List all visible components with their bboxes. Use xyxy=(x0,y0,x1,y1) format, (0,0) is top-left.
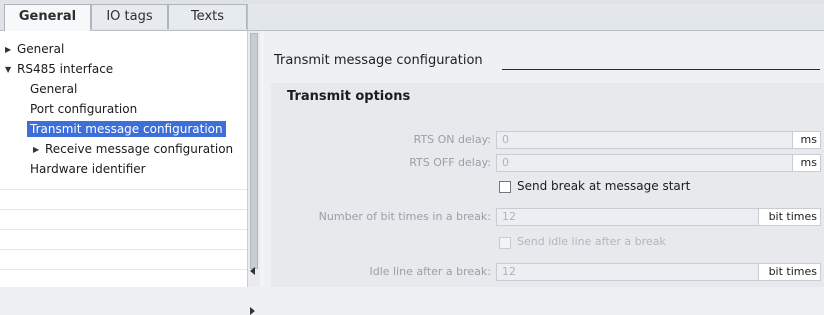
tree-item-label: General xyxy=(30,82,78,96)
send-idle-line-checkbox[interactable] xyxy=(499,237,511,249)
rts-off-delay-unit: ms xyxy=(793,154,821,172)
divider xyxy=(0,209,247,210)
rts-off-delay-value: 0 xyxy=(502,156,509,169)
tree-item-label: General xyxy=(17,42,65,56)
rts-on-delay-field[interactable]: 0 xyxy=(496,131,793,149)
expand-arrow-icon[interactable]: ▶ xyxy=(33,140,43,160)
rts-on-delay-unit: ms xyxy=(793,131,821,149)
tab-strip-filler xyxy=(247,4,824,30)
tree-item-label: RS485 interface xyxy=(17,62,114,76)
tree-item-port-configuration[interactable]: Port configuration xyxy=(30,99,137,119)
section-title: Transmit message configuration xyxy=(274,53,483,68)
send-break-checkbox[interactable] xyxy=(499,181,511,193)
tree-item-label: Hardware identifier xyxy=(30,162,146,176)
properties-pane: Transmit message configuration Transmit … xyxy=(264,31,824,287)
tab-texts[interactable]: Texts xyxy=(168,4,247,29)
collapse-arrow-icon[interactable]: ▼ xyxy=(5,60,15,80)
navigation-tree: ▶ General ▼ RS485 interface General Port c… xyxy=(0,31,247,287)
divider xyxy=(0,189,247,190)
idle-line-label: Idle line after a break: xyxy=(369,265,492,278)
bit-times-label: Number of bit times in a break: xyxy=(318,210,491,223)
rts-on-delay-value: 0 xyxy=(502,133,509,146)
group-title: Transmit options xyxy=(287,89,411,104)
divider xyxy=(0,229,247,230)
bit-times-field[interactable]: 12 xyxy=(496,208,759,226)
tab-io-tags[interactable]: IO tags xyxy=(91,4,168,29)
scroll-right-arrow-icon[interactable] xyxy=(250,307,255,315)
expand-arrow-icon[interactable]: ▶ xyxy=(5,40,15,60)
tree-item-rs485-interface[interactable]: ▼ RS485 interface xyxy=(5,59,113,79)
send-break-label: Send break at message start xyxy=(517,179,691,193)
idle-line-field[interactable]: 12 xyxy=(496,263,759,281)
rts-off-delay-field[interactable]: 0 xyxy=(496,154,793,172)
tree-item-receive-message-configuration[interactable]: ▶ Receive message configuration xyxy=(33,139,233,159)
tab-strip: General IO tags Texts xyxy=(0,0,824,31)
divider xyxy=(0,249,247,250)
tree-item-hardware-identifier[interactable]: Hardware identifier xyxy=(30,159,146,179)
tree-scrollbar[interactable] xyxy=(247,31,260,315)
tree-item-transmit-message-configuration[interactable]: Transmit message configuration xyxy=(27,119,226,139)
tree-item-label: Receive message configuration xyxy=(45,142,234,156)
scroll-left-arrow-icon[interactable] xyxy=(250,267,255,275)
send-idle-line-label: Send idle line after a break xyxy=(517,235,666,248)
tree-item-label: Transmit message configuration xyxy=(27,121,226,137)
scrollbar-thumb[interactable] xyxy=(250,33,258,269)
transmit-options-group: Transmit options RTS ON delay: 0 ms RTS … xyxy=(271,83,824,287)
tree-item-general[interactable]: ▶ General xyxy=(5,39,64,59)
tree-item-rs485-general[interactable]: General xyxy=(30,79,77,99)
bit-times-value: 12 xyxy=(502,210,516,223)
rts-on-delay-label: RTS ON delay: xyxy=(413,133,491,146)
tree-item-label: Port configuration xyxy=(30,102,138,116)
bit-times-unit: bit times xyxy=(759,208,821,226)
section-title-underline xyxy=(502,69,820,70)
idle-line-value: 12 xyxy=(502,265,516,278)
divider xyxy=(0,269,247,270)
rts-off-delay-label: RTS OFF delay: xyxy=(409,156,491,169)
tab-general[interactable]: General xyxy=(4,4,91,31)
idle-line-unit: bit times xyxy=(759,263,821,281)
